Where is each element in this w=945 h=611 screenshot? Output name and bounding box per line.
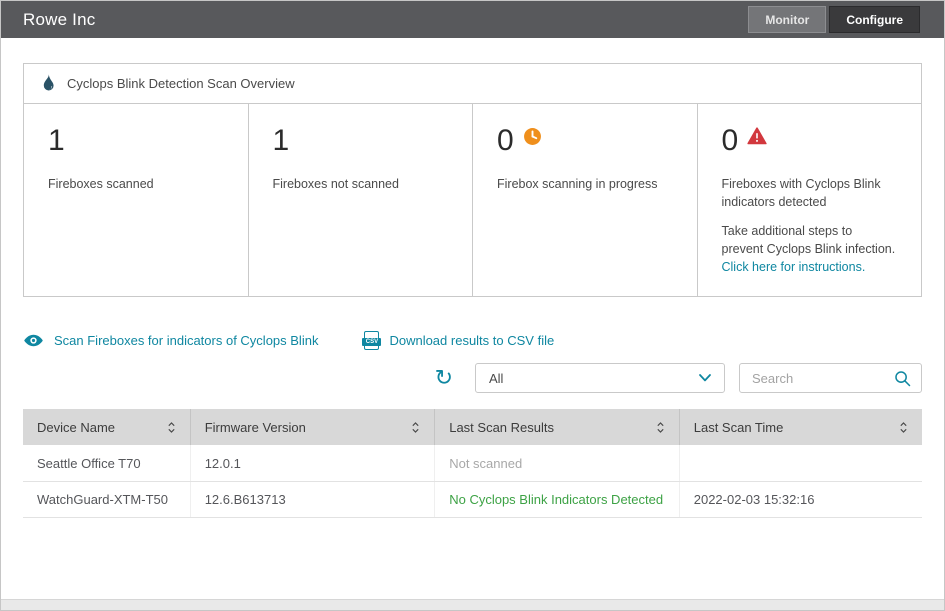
stat-note-text: Take additional steps to prevent Cyclops… [722,224,896,256]
controls-row: ↻ All [23,363,922,393]
warning-icon [747,126,767,145]
search-icon[interactable] [894,370,911,387]
stat-label: Fireboxes not scanned [273,176,449,194]
sort-icon [411,421,420,434]
account-title: Rowe Inc [23,10,95,30]
search-box [739,363,922,393]
actions-row: Scan Fireboxes for indicators of Cyclops… [23,331,922,350]
scan-fireboxes-label: Scan Fireboxes for indicators of Cyclops… [54,333,318,348]
download-csv-label: Download results to CSV file [389,333,554,348]
stat-label: Firebox scanning in progress [497,176,673,194]
stat-scanning-in-progress: 0 Firebox scanning in progress [473,104,698,296]
column-label: Firmware Version [205,420,306,435]
stat-indicators-detected: 0 Fireboxes with Cyclops Blink indicator… [698,104,922,296]
scan-results-table: Device Name Firmware Version [23,409,922,518]
topbar-buttons: Monitor Configure [748,6,920,33]
sort-icon [656,421,665,434]
refresh-icon[interactable]: ↻ [435,367,453,389]
cell-last-scan-result: No Cyclops Blink Indicators Detected [435,481,680,517]
topbar: Rowe Inc Monitor Configure [1,1,944,38]
column-label: Last Scan Results [449,420,554,435]
cell-last-scan-time: 2022-02-03 15:32:16 [679,481,922,517]
table-header-row: Device Name Firmware Version [23,409,922,445]
cell-firmware-version: 12.6.B613713 [190,481,435,517]
app-window: Rowe Inc Monitor Configure Cyclops Blink… [0,0,945,611]
column-label: Last Scan Time [694,420,784,435]
csv-file-icon: CSV [364,331,379,350]
instructions-link[interactable]: Click here for instructions. [722,260,866,274]
stat-fireboxes-scanned: 1 Fireboxes scanned [24,104,249,296]
filter-dropdown-value: All [489,371,503,386]
cell-firmware-version: 12.0.1 [190,445,435,481]
eye-icon [23,334,44,347]
chevron-down-icon [699,374,711,382]
column-header-device-name[interactable]: Device Name [23,409,190,445]
column-header-firmware-version[interactable]: Firmware Version [190,409,435,445]
scan-overview-card: Cyclops Blink Detection Scan Overview 1 … [23,63,922,297]
stat-value: 0 [722,126,739,156]
stat-fireboxes-not-scanned: 1 Fireboxes not scanned [249,104,474,296]
csv-file-icon-label: CSV [362,338,381,346]
cell-last-scan-time [679,445,922,481]
stat-label: Fireboxes scanned [48,176,224,194]
cell-device-name: WatchGuard-XTM-T50 [23,481,190,517]
download-csv-link[interactable]: CSV Download results to CSV file [364,331,554,350]
flame-icon [41,74,56,93]
stat-value: 1 [273,126,290,156]
stat-value: 1 [48,126,65,156]
sort-icon [899,421,908,434]
search-input[interactable] [750,370,894,387]
stat-note: Take additional steps to prevent Cyclops… [722,222,898,276]
table-row: Seattle Office T70 12.0.1 Not scanned [23,445,922,481]
column-header-last-scan-time[interactable]: Last Scan Time [679,409,922,445]
cell-last-scan-result: Not scanned [435,445,680,481]
card-title: Cyclops Blink Detection Scan Overview [67,76,295,91]
scan-fireboxes-link[interactable]: Scan Fireboxes for indicators of Cyclops… [23,333,318,348]
column-label: Device Name [37,420,115,435]
table-row: WatchGuard-XTM-T50 12.6.B613713 No Cyclo… [23,481,922,517]
monitor-button[interactable]: Monitor [748,6,826,33]
stats-row: 1 Fireboxes scanned 1 Fireboxes not scan… [24,104,921,296]
filter-dropdown[interactable]: All [475,363,725,393]
cell-device-name: Seattle Office T70 [23,445,190,481]
sort-icon [167,421,176,434]
column-header-last-scan-results[interactable]: Last Scan Results [435,409,680,445]
stat-value: 0 [497,126,514,156]
bottom-strip [1,599,944,610]
clock-icon [523,126,542,146]
configure-button[interactable]: Configure [829,6,920,33]
stat-label: Fireboxes with Cyclops Blink indicators … [722,176,898,211]
card-header: Cyclops Blink Detection Scan Overview [24,64,921,104]
